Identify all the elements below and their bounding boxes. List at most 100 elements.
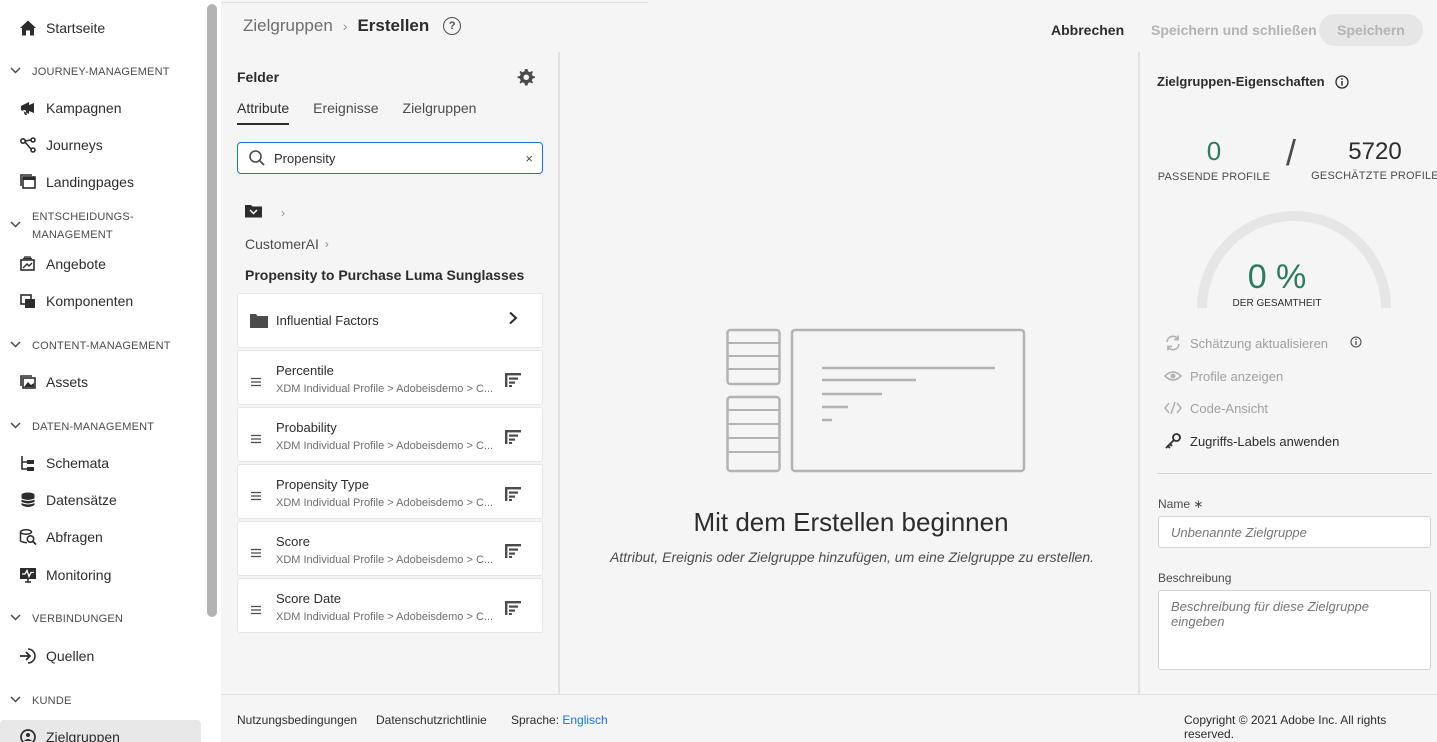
sidebar-item-offers[interactable]: Angebote xyxy=(0,247,206,281)
code-view-label: Code-Ansicht xyxy=(1190,400,1269,416)
sidebar-item-queries[interactable]: Abfragen xyxy=(0,520,206,554)
main-area: Zielgruppen › Erstellen ? Abbrechen Spei… xyxy=(221,0,1437,742)
footer: Nutzungsbedingungen Datenschutzrichtlini… xyxy=(221,694,1437,742)
tab-events[interactable]: Ereignisse xyxy=(313,100,378,125)
drag-handle-icon[interactable] xyxy=(250,432,262,444)
clear-search-icon[interactable]: × xyxy=(525,151,533,166)
sidebar-item-landing-pages[interactable]: Landingpages xyxy=(0,165,206,199)
name-label: Name ∗ xyxy=(1158,497,1204,511)
field-item[interactable]: Score XDM Individual Profile > Adobeisde… xyxy=(237,521,543,576)
facet-icon[interactable] xyxy=(504,429,522,445)
sidebar-scrollbar[interactable] xyxy=(207,4,217,617)
field-item[interactable]: Score Date XDM Individual Profile > Adob… xyxy=(237,578,543,633)
facet-icon[interactable] xyxy=(504,543,522,559)
field-name: Score Date xyxy=(276,591,342,606)
chevron-down-icon xyxy=(10,64,22,82)
landing-page-icon xyxy=(18,172,38,192)
builder-canvas[interactable]: Mit dem Erstellen beginnen Attribut, Ere… xyxy=(562,52,1140,694)
sidebar-section-decisioning[interactable]: ENTSCHEIDUNGS- MANAGEMENT xyxy=(10,208,134,244)
assets-icon xyxy=(18,372,38,392)
drag-handle-icon[interactable] xyxy=(250,603,262,615)
sidebar-item-sources[interactable]: Quellen xyxy=(0,639,206,673)
field-path: XDM Individual Profile > Adobeisdemo > C… xyxy=(276,497,494,509)
cancel-button[interactable]: Abbrechen xyxy=(1039,14,1136,46)
datasets-icon xyxy=(18,490,38,510)
search-input[interactable] xyxy=(274,150,514,166)
sidebar-item-label: Kampagnen xyxy=(46,100,122,116)
language-label: Sprache: xyxy=(511,713,560,727)
sidebar-item-schemas[interactable]: Schemata xyxy=(0,446,206,480)
sidebar-item-monitoring[interactable]: Monitoring xyxy=(0,558,206,592)
search-icon xyxy=(248,149,266,167)
name-field[interactable] xyxy=(1158,516,1431,548)
field-name: Influential Factors xyxy=(276,313,379,328)
terms-link[interactable]: Nutzungsbedingungen xyxy=(237,713,357,727)
sidebar-section-data[interactable]: DATEN-MANAGEMENT xyxy=(10,418,154,437)
sidebar-item-label: Komponenten xyxy=(46,293,134,309)
drag-handle-icon[interactable] xyxy=(250,375,262,387)
field-item[interactable]: Probability XDM Individual Profile > Ado… xyxy=(237,407,543,462)
facet-icon[interactable] xyxy=(504,372,522,388)
breadcrumb-parent[interactable]: Zielgruppen xyxy=(243,16,333,36)
chevron-right-icon: › xyxy=(281,205,285,220)
sidebar-section-journey[interactable]: JOURNEY-MANAGEMENT xyxy=(10,63,170,82)
sidebar-item-label: Journeys xyxy=(46,137,103,153)
field-item[interactable]: Percentile XDM Individual Profile > Adob… xyxy=(237,350,543,405)
facet-icon[interactable] xyxy=(504,486,522,502)
sidebar-item-label: Monitoring xyxy=(46,567,112,583)
empty-state-heading: Mit dem Erstellen beginnen xyxy=(693,507,1009,537)
sidebar-item-label: Startseite xyxy=(46,20,106,36)
chevron-down-icon xyxy=(10,693,22,711)
sidebar-item-journeys[interactable]: Journeys xyxy=(0,128,206,162)
privacy-link[interactable]: Datenschutzrichtlinie xyxy=(376,713,487,727)
sidebar-item-campaigns[interactable]: Kampagnen xyxy=(0,91,206,125)
sidebar-item-datasets[interactable]: Datensätze xyxy=(0,483,206,517)
refresh-estimate-action[interactable]: Schätzung aktualisieren xyxy=(1164,334,1362,352)
sidebar-item-components[interactable]: Komponenten xyxy=(0,284,206,318)
top-bar: Zielgruppen › Erstellen ? Abbrechen Spei… xyxy=(221,0,1437,52)
sidebar-section-customer[interactable]: KUNDE xyxy=(10,692,72,711)
sidebar-section-title: JOURNEY-MANAGEMENT xyxy=(32,66,170,78)
code-view-action[interactable]: Code-Ansicht xyxy=(1164,399,1268,417)
breadcrumb-root[interactable]: › xyxy=(245,204,285,221)
language-selector[interactable]: Sprache: Englisch xyxy=(511,713,608,727)
save-and-close-button[interactable]: Speichern und schließen xyxy=(1141,14,1327,46)
breadcrumb-customerai[interactable]: CustomerAI › xyxy=(245,236,329,252)
page-title: Erstellen xyxy=(357,16,430,35)
info-icon[interactable] xyxy=(1334,74,1349,89)
sidebar-item-audiences[interactable]: Zielgruppen xyxy=(0,720,201,742)
home-icon xyxy=(18,18,38,38)
language-value[interactable]: Englisch xyxy=(562,713,607,727)
info-icon[interactable] xyxy=(1350,335,1362,351)
view-profiles-action[interactable]: Profile anzeigen xyxy=(1164,367,1283,385)
help-icon[interactable]: ? xyxy=(443,17,462,35)
gear-icon[interactable] xyxy=(517,68,535,86)
apply-access-labels-action[interactable]: Zugriffs-Labels anwenden xyxy=(1164,432,1339,450)
field-folder-influential-factors[interactable]: Influential Factors xyxy=(237,293,543,348)
description-field[interactable] xyxy=(1158,590,1431,670)
facet-icon[interactable] xyxy=(504,600,522,616)
save-button[interactable]: Speichern xyxy=(1319,14,1423,46)
folder-icon xyxy=(245,204,263,221)
chevron-right-icon: › xyxy=(342,18,348,34)
matching-profiles: 0 PASSENDE PROFILE xyxy=(1144,136,1284,183)
field-item[interactable]: Propensity Type XDM Individual Profile >… xyxy=(237,464,543,519)
folder-icon xyxy=(250,313,268,329)
field-path: XDM Individual Profile > Adobeisdemo > C… xyxy=(276,440,494,452)
drag-handle-icon[interactable] xyxy=(250,489,262,501)
sidebar-item-home[interactable]: Startseite xyxy=(0,11,206,45)
key-icon xyxy=(1164,432,1182,450)
drag-handle-icon[interactable] xyxy=(250,546,262,558)
monitoring-icon xyxy=(18,565,38,585)
sidebar-section-title: DATEN-MANAGEMENT xyxy=(32,421,155,433)
sidebar-section-content[interactable]: CONTENT-MANAGEMENT xyxy=(10,337,171,356)
chevron-right-icon xyxy=(508,311,518,330)
percentage-value: 0 % xyxy=(1247,258,1307,296)
sidebar-item-assets[interactable]: Assets xyxy=(0,365,206,399)
sidebar-section-title: ENTSCHEIDUNGS- xyxy=(32,211,134,223)
sidebar-section-connections[interactable]: VERBINDUNGEN xyxy=(10,610,123,629)
tab-audiences[interactable]: Zielgruppen xyxy=(403,100,477,125)
description-label: Beschreibung xyxy=(1158,571,1232,585)
sidebar-item-label: Abfragen xyxy=(46,529,103,545)
tab-attributes[interactable]: Attribute xyxy=(237,100,290,125)
